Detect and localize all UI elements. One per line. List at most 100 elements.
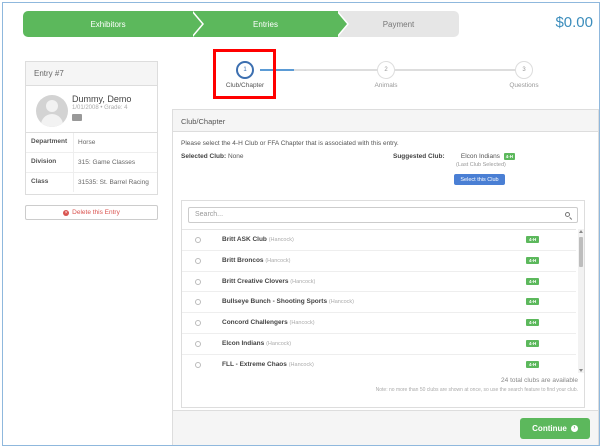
panel-footer: Continue › bbox=[173, 410, 598, 445]
list-item[interactable]: Bullseye Bunch - Shooting Sports (Hancoc… bbox=[182, 292, 576, 314]
list-scrollbar[interactable] bbox=[578, 229, 584, 373]
arrow-right-icon: › bbox=[570, 425, 578, 432]
club-county: (Hancock) bbox=[290, 278, 316, 285]
list-item[interactable]: FLL - Extreme Chaos (Hancock) 4-H bbox=[182, 355, 576, 373]
exhibitor-badge-icon bbox=[72, 114, 82, 121]
panel-title: Club/Chapter bbox=[173, 110, 598, 132]
entry-info-row: Class 31535: St. Barrel Racing bbox=[26, 173, 157, 192]
radio-button[interactable] bbox=[195, 278, 201, 285]
checkout-steps: Exhibitors Entries Payment bbox=[23, 11, 459, 37]
wizard-step-num: 3 bbox=[522, 67, 526, 73]
info-value: 315: Game Classes bbox=[78, 159, 136, 166]
suggested-club: Suggested Club: Elcon Indians 4-H bbox=[393, 153, 516, 161]
club-county: (Hancock) bbox=[265, 257, 291, 264]
radio-button[interactable] bbox=[195, 237, 201, 243]
club-name: Britt ASK Club (Hancock) bbox=[222, 236, 294, 243]
scroll-down-icon[interactable] bbox=[579, 369, 583, 372]
search-placeholder: Search... bbox=[195, 211, 224, 218]
club-county: (Hancock) bbox=[328, 299, 354, 306]
club-name: Britt Broncos (Hancock) bbox=[222, 256, 291, 264]
delete-entry-button[interactable]: × Delete this Entry bbox=[25, 205, 158, 220]
club-type-badge: 4-H bbox=[526, 319, 540, 327]
step-exhibitors-label: Exhibitors bbox=[90, 19, 126, 29]
radio-button[interactable] bbox=[195, 361, 201, 368]
radio-button[interactable] bbox=[195, 340, 201, 347]
avatar-body bbox=[41, 114, 63, 127]
club-name: Britt Creative Clovers (Hancock) bbox=[222, 277, 316, 285]
wizard-step-num: 2 bbox=[384, 67, 388, 73]
exhibitor-subtitle: 1/01/2008 • Grade: 4 bbox=[72, 105, 128, 111]
continue-label: Continue bbox=[532, 424, 567, 433]
entry-info-row: Division 315: Game Classes bbox=[26, 153, 157, 173]
cart-total: $0.00 bbox=[555, 14, 593, 31]
club-chapter-panel: Club/Chapter Please select the 4-H Club … bbox=[172, 109, 599, 445]
delete-entry-label: Delete this Entry bbox=[72, 209, 120, 216]
list-item[interactable]: Britt Creative Clovers (Hancock) 4-H bbox=[182, 272, 576, 293]
club-name: Elcon Indians (Hancock) bbox=[222, 339, 292, 347]
club-type-badge: 4-H bbox=[526, 256, 540, 264]
search-icon[interactable] bbox=[565, 212, 573, 220]
club-count: 24 total clubs are available bbox=[501, 377, 578, 384]
scroll-up-icon[interactable] bbox=[579, 230, 583, 233]
entry-card: Entry #7 Dummy, Demo 1/01/2008 • Grade: … bbox=[25, 61, 158, 195]
club-name: Bullseye Bunch - Shooting Sports (Hancoc… bbox=[222, 298, 354, 306]
club-county: (Hancock) bbox=[268, 237, 294, 243]
delete-icon: × bbox=[63, 209, 70, 216]
club-type-badge: 4-H bbox=[526, 236, 540, 243]
highlight-box bbox=[213, 49, 276, 99]
list-item[interactable]: Elcon Indians (Hancock) 4-H bbox=[182, 334, 576, 355]
continue-button[interactable]: Continue › bbox=[520, 418, 590, 439]
wizard-connector bbox=[294, 69, 378, 71]
club-type-badge: 4-H bbox=[526, 339, 540, 347]
info-key: Class bbox=[26, 173, 74, 192]
selected-club-value: None bbox=[227, 153, 244, 160]
info-value: 31535: St. Barrel Racing bbox=[78, 179, 149, 186]
wizard-step-2-circle[interactable]: 2 bbox=[377, 61, 395, 79]
info-key: Division bbox=[26, 153, 74, 172]
entry-title: Entry #7 bbox=[26, 62, 157, 86]
club-list: Britt ASK Club (Hancock) 4-H Britt Bronc… bbox=[182, 229, 576, 373]
club-county: (Hancock) bbox=[288, 361, 314, 368]
club-type-badge: 4-H bbox=[526, 277, 540, 285]
list-item[interactable]: Britt Broncos (Hancock) 4-H bbox=[182, 251, 576, 272]
wizard-step-3-label: Questions bbox=[509, 82, 539, 89]
entry-info-row: Department Horse bbox=[26, 133, 157, 153]
entry-info-table: Department Horse Division 315: Game Clas… bbox=[26, 132, 157, 192]
info-key: Department bbox=[26, 133, 74, 152]
app-frame: Exhibitors Entries Payment $0.00 Entry #… bbox=[2, 2, 600, 446]
wizard-connector bbox=[395, 69, 515, 71]
last-selected-note: (Last Club Selected) bbox=[456, 162, 506, 168]
club-type-badge: 4-H bbox=[503, 153, 516, 160]
wizard-step-2-label: Animals bbox=[374, 82, 398, 89]
club-county: (Hancock) bbox=[289, 320, 315, 327]
radio-button[interactable] bbox=[195, 257, 201, 264]
selected-club: Selected Club: None bbox=[181, 153, 244, 160]
scroll-thumb[interactable] bbox=[579, 237, 583, 267]
club-list-box: Search... Britt ASK Club (Hancock) 4-H B… bbox=[181, 200, 585, 408]
list-item[interactable]: Concord Challengers (Hancock) 4-H bbox=[182, 313, 576, 334]
info-value: Horse bbox=[78, 139, 96, 146]
club-county: (Hancock) bbox=[266, 340, 292, 347]
selected-club-label: Selected Club: bbox=[181, 153, 227, 160]
list-item[interactable]: Britt ASK Club (Hancock) 4-H bbox=[182, 230, 576, 251]
radio-button[interactable] bbox=[195, 299, 201, 306]
exhibitor-name: Dummy, Demo bbox=[72, 94, 132, 104]
step-entries-label: Entries bbox=[253, 19, 278, 29]
club-name: FLL - Extreme Chaos (Hancock) bbox=[222, 360, 314, 368]
club-list-note: Note: no more than 50 clubs are shown at… bbox=[375, 387, 578, 393]
club-type-badge: 4-H bbox=[526, 360, 540, 368]
wizard-step-3-circle[interactable]: 3 bbox=[515, 61, 533, 79]
radio-button[interactable] bbox=[195, 320, 201, 327]
step-payment-label: Payment bbox=[382, 19, 415, 29]
select-this-club-button[interactable]: Select this Club bbox=[454, 174, 505, 185]
step-exhibitors[interactable]: Exhibitors bbox=[23, 11, 193, 37]
suggested-club-value: Elcon Indians bbox=[460, 153, 500, 161]
search-input[interactable]: Search... bbox=[188, 207, 578, 223]
step-payment[interactable]: Payment bbox=[338, 11, 459, 37]
avatar-head bbox=[46, 100, 58, 112]
suggested-club-label: Suggested Club: bbox=[393, 153, 445, 161]
club-type-badge: 4-H bbox=[526, 298, 540, 306]
step-arrow bbox=[191, 11, 202, 37]
club-name: Concord Challengers (Hancock) bbox=[222, 319, 315, 327]
step-entries[interactable]: Entries bbox=[193, 11, 338, 37]
